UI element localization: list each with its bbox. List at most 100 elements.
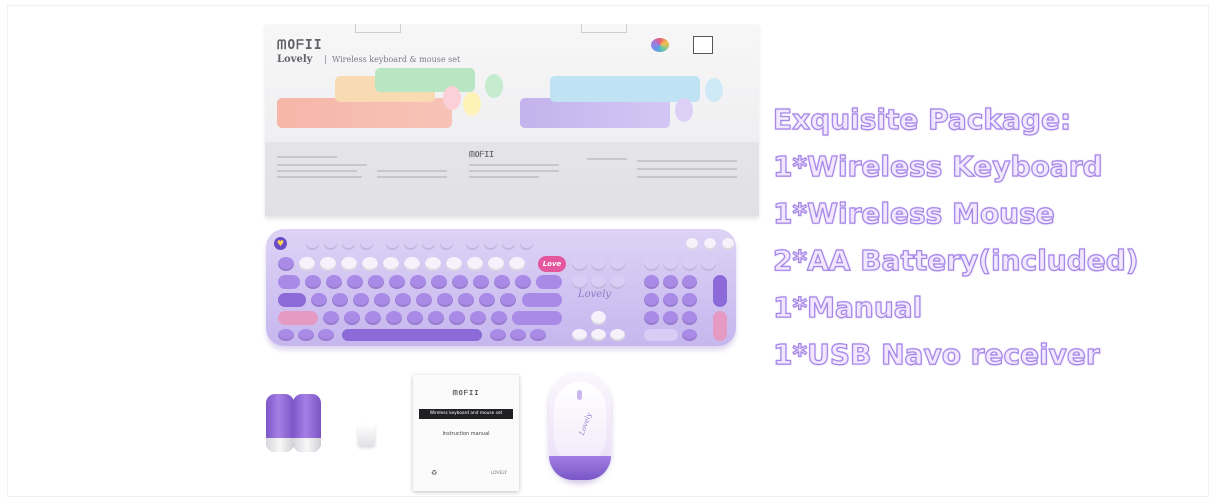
recycle-icon: ♻ (431, 469, 438, 477)
key (318, 329, 334, 341)
key (383, 257, 399, 271)
key (410, 275, 426, 289)
key (389, 275, 405, 289)
key (682, 275, 697, 289)
box-model-name: Lovely (277, 54, 313, 65)
box-art-mouse-purple (675, 98, 693, 122)
package-item: 1*Wireless Keyboard (772, 149, 1103, 183)
spec-line (277, 156, 337, 158)
package-contents-list: Exquisite Package: 1*Wireless Keyboard 1… (772, 102, 1208, 385)
key (278, 293, 306, 307)
spec-line (637, 168, 737, 170)
box-art-mouse-yellow (463, 92, 481, 116)
product-image-frame: ᗰOᖴII Lovely Wireless keyboard & mouse s… (8, 6, 1208, 496)
key (536, 275, 562, 289)
spec-line (637, 160, 737, 162)
key (682, 293, 697, 307)
spacebar (342, 329, 482, 341)
key (320, 257, 336, 271)
key (365, 311, 381, 325)
key (644, 275, 659, 289)
key (386, 311, 402, 325)
package-item: 2*AA Battery(included) (772, 243, 1139, 277)
key (484, 239, 497, 250)
key (644, 329, 678, 341)
key (311, 293, 327, 307)
spec-line (469, 170, 559, 172)
spec-line (377, 170, 447, 172)
key (437, 293, 453, 307)
manual-brand: ᗰOᖴII (452, 389, 480, 397)
box-brand-logo: ᗰOᖴII (277, 38, 323, 53)
key (491, 311, 507, 325)
manual-subtitle: Instruction manual (442, 431, 490, 437)
key (479, 293, 495, 307)
mouse-skirt (549, 456, 611, 480)
key (449, 311, 465, 325)
key (407, 311, 423, 325)
key (510, 329, 526, 341)
key (722, 238, 734, 250)
usb-receiver (358, 424, 375, 446)
arrow-down-key (591, 329, 606, 341)
key (440, 239, 453, 250)
key (682, 329, 697, 341)
love-key-badge: Love (538, 256, 566, 272)
key (416, 293, 432, 307)
key (278, 275, 300, 289)
key (344, 311, 360, 325)
color-wheel-logo-icon (651, 38, 669, 52)
key (470, 311, 486, 325)
key (298, 329, 314, 341)
aa-battery (293, 394, 321, 452)
key (713, 275, 727, 307)
key (515, 275, 531, 289)
spec-line (587, 158, 627, 160)
package-heading: Exquisite Package: (772, 102, 1072, 136)
key (299, 257, 315, 271)
key (324, 239, 337, 250)
arrow-right-key (610, 329, 625, 341)
spec-line (637, 176, 737, 178)
key (362, 257, 378, 271)
key (341, 257, 357, 271)
box-tab (355, 24, 401, 33)
key (663, 293, 678, 307)
box-art-mouse-pink (443, 86, 461, 110)
box-art-keyboard-blue (550, 76, 700, 102)
wireless-keyboard: ♥ Love Lovely (266, 229, 736, 346)
key (422, 239, 435, 250)
package-item: 1*Manual (772, 290, 923, 324)
key (425, 257, 441, 271)
key (572, 275, 587, 289)
certification-badge-icon (693, 36, 713, 54)
key (431, 275, 447, 289)
spec-line (377, 176, 447, 178)
key (278, 329, 294, 341)
box-art-keyboard-pink (277, 98, 452, 128)
spec-line (277, 170, 357, 172)
box-art-mouse-blue (705, 78, 723, 102)
key (530, 329, 546, 341)
aa-battery (266, 394, 294, 452)
key (522, 293, 562, 307)
key (458, 293, 474, 307)
key (278, 257, 294, 271)
key (473, 275, 489, 289)
key (512, 311, 562, 325)
key (682, 311, 697, 325)
key (466, 239, 479, 250)
key (509, 257, 525, 271)
key (326, 275, 342, 289)
key (452, 275, 468, 289)
key (500, 293, 516, 307)
key (488, 257, 504, 271)
key (682, 257, 697, 271)
key (278, 311, 318, 325)
arrow-up-key (591, 311, 606, 325)
key (467, 257, 483, 271)
wireless-mouse: Lovely (549, 372, 611, 480)
spec-line (277, 176, 362, 178)
key (610, 257, 625, 271)
package-item: 1*Wireless Mouse (772, 196, 1055, 230)
